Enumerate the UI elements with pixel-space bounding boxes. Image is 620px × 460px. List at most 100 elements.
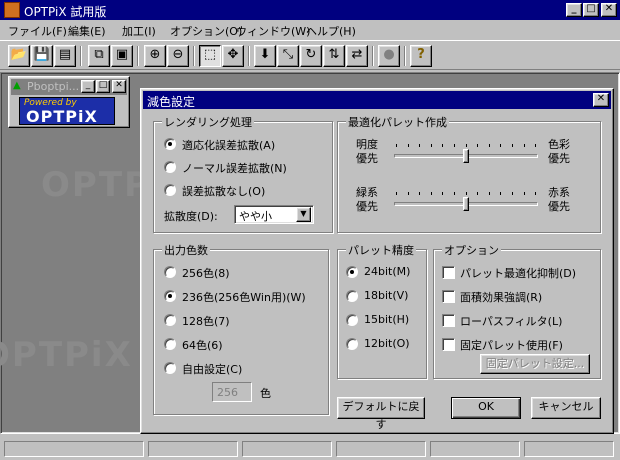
swap-icon[interactable]: ⇄ bbox=[346, 45, 368, 67]
flip-icon[interactable]: ⇅ bbox=[323, 45, 345, 67]
save-icon[interactable]: 💾 bbox=[31, 45, 53, 67]
checkbox-palette-suppress[interactable] bbox=[442, 266, 455, 279]
slider-tick bbox=[454, 192, 455, 195]
radio-128-colors[interactable] bbox=[164, 314, 176, 326]
menu-window[interactable]: ウィンドウ(W) bbox=[236, 23, 310, 39]
dialog-titlebar[interactable]: 減色設定 ✕ bbox=[143, 91, 611, 109]
slider-tick bbox=[454, 144, 455, 147]
label-fixed-palette[interactable]: 固定パレット使用(F) bbox=[460, 337, 563, 353]
slider-tick bbox=[442, 192, 444, 195]
reset-default-button[interactable]: デフォルトに戻す bbox=[337, 397, 425, 431]
brightness-color-slider-thumb[interactable] bbox=[463, 149, 469, 163]
label-236-colors[interactable]: 236色(256色Win用)(W) bbox=[182, 289, 306, 305]
status-cell bbox=[524, 441, 614, 457]
output-colors-group: 出力色数 256色(8) 236色(256色Win用)(W) 128色(7) 6… bbox=[153, 242, 329, 415]
options-group: オプション パレット最適化抑制(D) 面積効果強調(R) ローパスフィルタ(L)… bbox=[433, 242, 601, 379]
label-256-colors[interactable]: 256色(8) bbox=[182, 265, 230, 281]
zoom-out-icon[interactable]: ⊖ bbox=[167, 45, 189, 67]
banner-logo: OPTPiX bbox=[26, 107, 98, 126]
label-area-effect[interactable]: 面積効果強調(R) bbox=[460, 289, 542, 305]
label-64-colors[interactable]: 64色(6) bbox=[182, 337, 223, 353]
cancel-button[interactable]: キャンセル bbox=[531, 397, 601, 419]
rendering-group: レンダリング処理 適応化誤差拡散(A) ノーマル誤差拡散(N) 誤差拡散なし(O… bbox=[153, 114, 333, 233]
maximize-button[interactable]: □ bbox=[583, 3, 599, 17]
chevron-down-icon[interactable]: ▼ bbox=[296, 207, 311, 222]
child-minimize-button[interactable]: _ bbox=[81, 80, 95, 93]
radio-no-diffusion[interactable] bbox=[164, 184, 176, 196]
label-no-diffusion[interactable]: 誤差拡散なし(O) bbox=[182, 183, 265, 199]
custom-colors-input[interactable]: 256 bbox=[212, 382, 252, 402]
slider-tick bbox=[396, 144, 397, 147]
slider-tick bbox=[512, 144, 513, 147]
child-titlebar[interactable]: ▲ Pboptpi... _ □ ✕ bbox=[11, 79, 127, 95]
slider-tick bbox=[465, 144, 467, 147]
menu-options[interactable]: オプション(O) bbox=[170, 23, 242, 39]
ok-button[interactable]: OK bbox=[451, 397, 521, 419]
image-child-window[interactable]: ▲ Pboptpi... _ □ ✕ Powered by OPTPiX bbox=[8, 76, 130, 128]
image-preview[interactable]: Powered by OPTPiX bbox=[19, 97, 115, 126]
checkbox-lowpass-filter[interactable] bbox=[442, 314, 455, 327]
slider-tick bbox=[523, 144, 525, 147]
radio-12bit[interactable] bbox=[346, 338, 358, 350]
resize-icon[interactable]: ⤡ bbox=[277, 45, 299, 67]
green-red-slider-thumb[interactable] bbox=[463, 197, 469, 211]
radio-24bit[interactable] bbox=[346, 266, 358, 278]
copy-icon[interactable]: ⧉ bbox=[88, 45, 110, 67]
reduce-color-icon[interactable]: ⬇ bbox=[254, 45, 276, 67]
label-custom-colors[interactable]: 自由設定(C) bbox=[182, 361, 242, 377]
diffusion-select[interactable]: やや小 ▼ bbox=[234, 205, 314, 224]
radio-15bit[interactable] bbox=[346, 314, 358, 326]
radio-64-colors[interactable] bbox=[164, 338, 176, 350]
select-rect-icon[interactable]: ⬚ bbox=[199, 45, 221, 67]
menu-process[interactable]: 加工(I) bbox=[122, 23, 156, 39]
checkbox-area-effect[interactable] bbox=[442, 290, 455, 303]
paste-icon[interactable]: ▣ bbox=[111, 45, 133, 67]
menu-edit[interactable]: 編集(E) bbox=[68, 23, 106, 39]
statusbar bbox=[0, 438, 620, 460]
child-maximize-button[interactable]: □ bbox=[96, 80, 110, 93]
radio-18bit[interactable] bbox=[346, 290, 358, 302]
radio-normal-diffusion[interactable] bbox=[164, 161, 176, 173]
palette-optimization-group: 最適化パレット作成 明度 優先 色彩 優先 緑系 優先 赤系 優先 bbox=[337, 114, 601, 233]
slider1-right-label-2: 優先 bbox=[548, 152, 570, 165]
menu-file[interactable]: ファイル(F) bbox=[8, 23, 67, 39]
rendering-group-title: レンダリング処理 bbox=[162, 114, 254, 130]
checkbox-fixed-palette[interactable] bbox=[442, 338, 455, 351]
help-icon[interactable]: ? bbox=[410, 45, 432, 67]
label-12bit[interactable]: 12bit(O) bbox=[364, 337, 410, 350]
label-18bit[interactable]: 18bit(V) bbox=[364, 289, 408, 302]
fixed-palette-settings-button[interactable]: 固定パレット設定... bbox=[480, 354, 590, 374]
slider-tick bbox=[535, 144, 537, 147]
radio-256-colors[interactable] bbox=[164, 266, 176, 278]
app-icon[interactable] bbox=[4, 2, 20, 18]
color-reduction-dialog[interactable]: 減色設定 ✕ レンダリング処理 適応化誤差拡散(A) ノーマル誤差拡散(N) 誤… bbox=[140, 88, 614, 434]
zoom-in-icon[interactable]: ⊕ bbox=[144, 45, 166, 67]
rotate-icon[interactable]: ↻ bbox=[300, 45, 322, 67]
disabled-circle-icon[interactable]: ● bbox=[378, 45, 400, 67]
palette-precision-group: パレット精度 24bit(M) 18bit(V) 15bit(H) 12bit(… bbox=[337, 242, 427, 379]
label-normal-diffusion[interactable]: ノーマル誤差拡散(N) bbox=[182, 160, 287, 176]
menu-help[interactable]: ヘルプ(H) bbox=[306, 23, 356, 39]
triangle-icon: ▲ bbox=[13, 80, 21, 91]
label-adaptive-diffusion[interactable]: 適応化誤差拡散(A) bbox=[182, 137, 275, 153]
child-close-button[interactable]: ✕ bbox=[112, 80, 126, 93]
crosshair-icon[interactable]: ✥ bbox=[222, 45, 244, 67]
label-24bit[interactable]: 24bit(M) bbox=[364, 265, 410, 278]
label-palette-suppress[interactable]: パレット最適化抑制(D) bbox=[460, 265, 576, 281]
app-titlebar[interactable]: OPTPiX 試用版 _ □ ✕ bbox=[0, 0, 620, 20]
label-128-colors[interactable]: 128色(7) bbox=[182, 313, 230, 329]
save-all-icon[interactable]: ▤ bbox=[54, 45, 76, 67]
radio-236-colors[interactable] bbox=[164, 290, 176, 302]
radio-adaptive-diffusion[interactable] bbox=[164, 138, 176, 150]
open-icon[interactable]: 📂 bbox=[8, 45, 30, 67]
slider-tick bbox=[407, 192, 409, 195]
close-button[interactable]: ✕ bbox=[601, 3, 617, 17]
status-cell bbox=[148, 441, 238, 457]
label-15bit[interactable]: 15bit(H) bbox=[364, 313, 409, 326]
slider-tick bbox=[407, 144, 409, 147]
minimize-button[interactable]: _ bbox=[566, 3, 582, 17]
radio-custom-colors[interactable] bbox=[164, 362, 176, 374]
label-lowpass-filter[interactable]: ローパスフィルタ(L) bbox=[460, 313, 562, 329]
slider-tick bbox=[477, 144, 479, 147]
dialog-close-button[interactable]: ✕ bbox=[593, 93, 609, 107]
